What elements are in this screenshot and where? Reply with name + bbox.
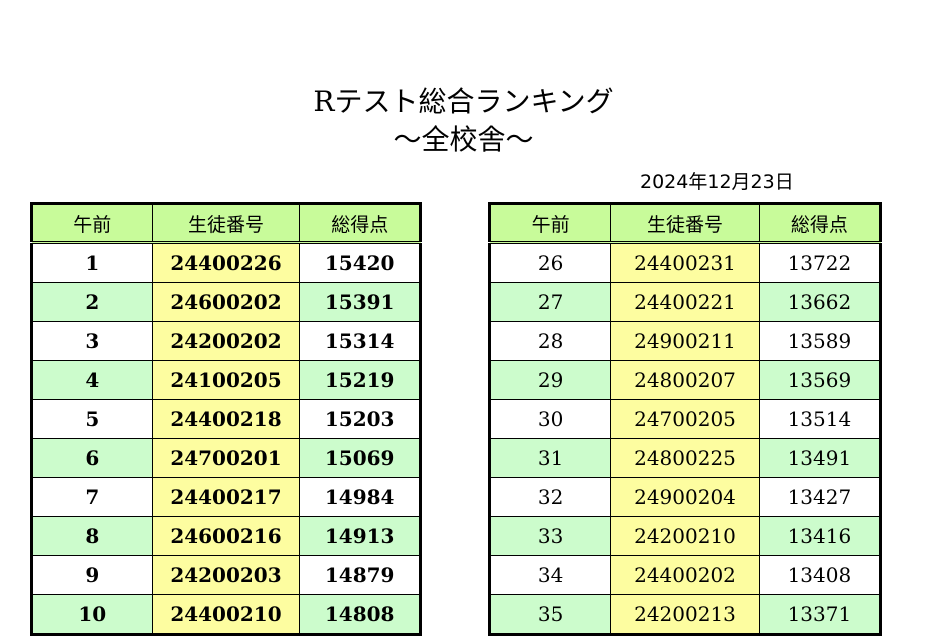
table-row: 8 24600216 14913 <box>31 516 421 556</box>
score-cell: 13722 <box>758 242 882 283</box>
student-id-cell: 24800225 <box>610 438 760 478</box>
table-row: 29 24800207 13569 <box>488 360 882 400</box>
score-cell: 13662 <box>758 282 882 322</box>
score-cell: 13491 <box>758 438 882 478</box>
student-id-cell: 24400217 <box>151 477 301 517</box>
table-row: 1 24400226 15420 <box>31 242 421 283</box>
rank-cell: 10 <box>31 594 153 635</box>
header-total-score: 総得点 <box>299 203 421 244</box>
table-row: 33 24200210 13416 <box>488 516 882 556</box>
table-row: 26 24400231 13722 <box>488 242 882 283</box>
student-id-cell: 24900204 <box>610 477 760 517</box>
score-cell: 14984 <box>299 477 421 517</box>
rank-cell: 29 <box>488 360 612 400</box>
score-cell: 15069 <box>299 438 421 478</box>
table-row: 31 24800225 13491 <box>488 438 882 478</box>
score-cell: 15391 <box>299 282 421 322</box>
rank-cell: 2 <box>31 282 153 322</box>
rank-cell: 1 <box>31 242 153 283</box>
rank-cell: 8 <box>31 516 153 556</box>
score-cell: 14913 <box>299 516 421 556</box>
table-row: 3 24200202 15314 <box>31 321 421 361</box>
rank-cell: 27 <box>488 282 612 322</box>
student-id-cell: 24800207 <box>610 360 760 400</box>
student-id-cell: 24200203 <box>151 555 301 595</box>
rank-cell: 4 <box>31 360 153 400</box>
rank-cell: 28 <box>488 321 612 361</box>
score-cell: 15203 <box>299 399 421 439</box>
table-row: 9 24200203 14879 <box>31 555 421 595</box>
student-id-cell: 24900211 <box>610 321 760 361</box>
header-student-id: 生徒番号 <box>151 203 301 244</box>
student-id-cell: 24400231 <box>610 242 760 283</box>
student-id-cell: 24400210 <box>151 594 301 635</box>
table-header-row: 午前 生徒番号 総得点 <box>31 203 421 244</box>
header-rank: 午前 <box>31 203 153 244</box>
score-cell: 13569 <box>758 360 882 400</box>
table-row: 34 24400202 13408 <box>488 555 882 595</box>
score-cell: 14879 <box>299 555 421 595</box>
table-row: 5 24400218 15203 <box>31 399 421 439</box>
student-id-cell: 24400226 <box>151 242 301 283</box>
student-id-cell: 24400218 <box>151 399 301 439</box>
date-label: 2024年12月23日 <box>640 171 794 193</box>
student-id-cell: 24700205 <box>610 399 760 439</box>
rank-cell: 33 <box>488 516 612 556</box>
score-cell: 13589 <box>758 321 882 361</box>
table-row: 28 24900211 13589 <box>488 321 882 361</box>
table-row: 7 24400217 14984 <box>31 477 421 517</box>
rank-cell: 35 <box>488 594 612 635</box>
student-id-cell: 24200213 <box>610 594 760 635</box>
student-id-cell: 24600216 <box>151 516 301 556</box>
table-row: 4 24100205 15219 <box>31 360 421 400</box>
table-row: 2 24600202 15391 <box>31 282 421 322</box>
ranking-table-right: 午前 生徒番号 総得点 26 24400231 13722 27 24400221 13… <box>488 202 882 636</box>
student-id-cell: 24700201 <box>151 438 301 478</box>
header-student-id: 生徒番号 <box>610 203 760 244</box>
page-title: Rテスト総合ランキング <box>313 85 614 118</box>
table-row: 30 24700205 13514 <box>488 399 882 439</box>
table-row: 10 24400210 14808 <box>31 594 421 635</box>
page-subtitle: 〜全校舎〜 <box>393 123 534 156</box>
rank-cell: 9 <box>31 555 153 595</box>
score-cell: 13514 <box>758 399 882 439</box>
rank-cell: 6 <box>31 438 153 478</box>
score-cell: 14808 <box>299 594 421 635</box>
score-cell: 13416 <box>758 516 882 556</box>
rank-cell: 30 <box>488 399 612 439</box>
ranking-table-left: 午前 生徒番号 総得点 1 24400226 15420 2 24600202 1539… <box>30 202 422 636</box>
rank-cell: 7 <box>31 477 153 517</box>
rank-cell: 26 <box>488 242 612 283</box>
score-cell: 15420 <box>299 242 421 283</box>
student-id-cell: 24600202 <box>151 282 301 322</box>
rank-cell: 5 <box>31 399 153 439</box>
table-row: 27 24400221 13662 <box>488 282 882 322</box>
score-cell: 13408 <box>758 555 882 595</box>
table-header-row: 午前 生徒番号 総得点 <box>488 203 882 244</box>
student-id-cell: 24200202 <box>151 321 301 361</box>
student-id-cell: 24400202 <box>610 555 760 595</box>
rank-cell: 3 <box>31 321 153 361</box>
student-id-cell: 24200210 <box>610 516 760 556</box>
table-row: 6 24700201 15069 <box>31 438 421 478</box>
table-row: 35 24200213 13371 <box>488 594 882 635</box>
score-cell: 15219 <box>299 360 421 400</box>
table-row: 32 24900204 13427 <box>488 477 882 517</box>
student-id-cell: 24100205 <box>151 360 301 400</box>
score-cell: 13371 <box>758 594 882 635</box>
header-total-score: 総得点 <box>758 203 882 244</box>
student-id-cell: 24400221 <box>610 282 760 322</box>
score-cell: 13427 <box>758 477 882 517</box>
score-cell: 15314 <box>299 321 421 361</box>
rank-cell: 31 <box>488 438 612 478</box>
header-rank: 午前 <box>488 203 612 244</box>
rank-cell: 32 <box>488 477 612 517</box>
rank-cell: 34 <box>488 555 612 595</box>
